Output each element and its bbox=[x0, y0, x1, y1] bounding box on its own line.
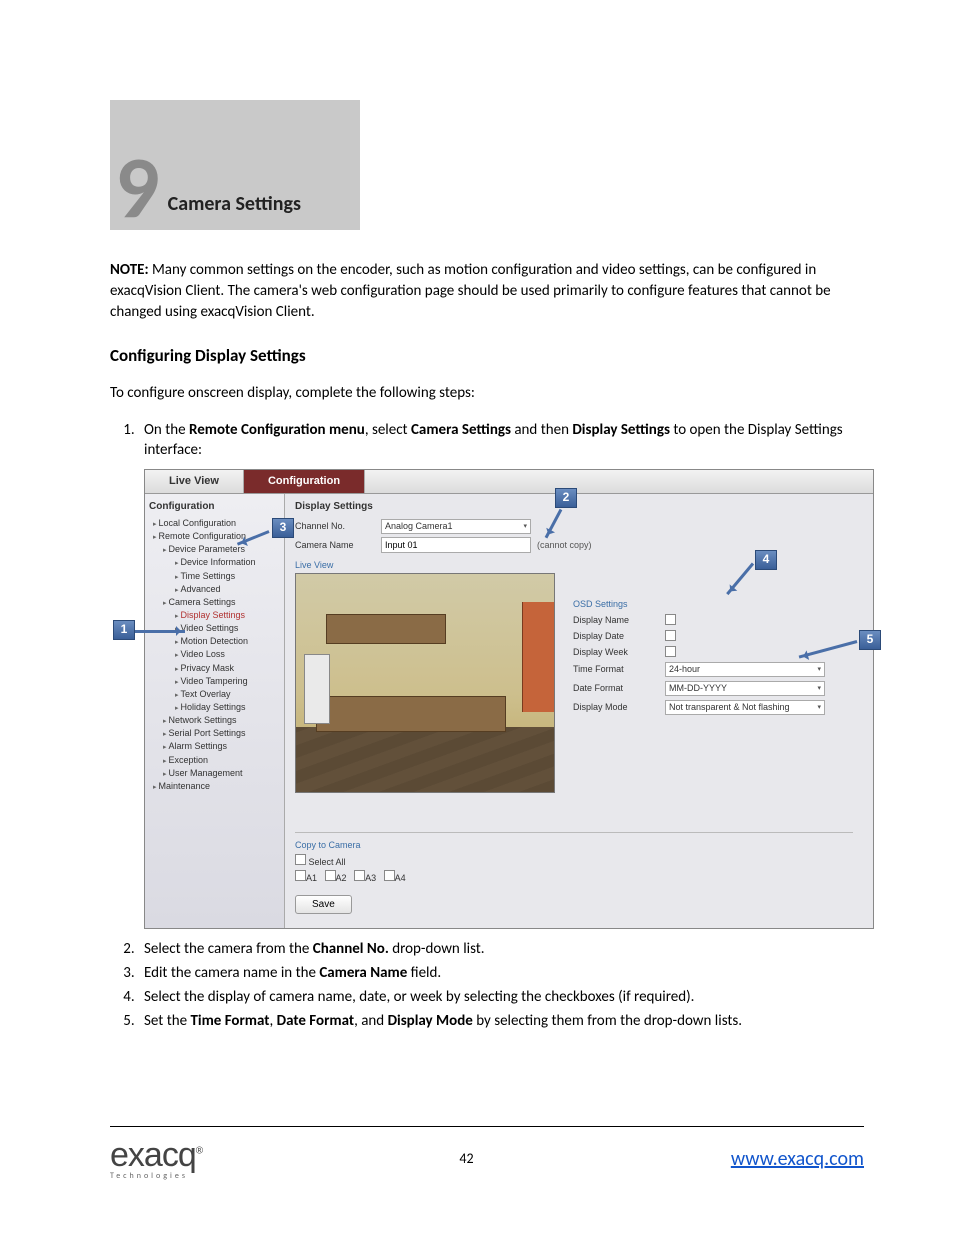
step-4: Select the display of camera name, date,… bbox=[138, 987, 864, 1007]
step-1: On the Remote Configuration menu, select… bbox=[138, 420, 864, 929]
channel-no-label: Channel No. bbox=[295, 520, 381, 532]
page-footer: exacq® Technologies 42 www.exacq.com bbox=[110, 1136, 864, 1181]
display-mode-select[interactable]: Not transparent & Not flashing bbox=[665, 700, 825, 715]
a4-checkbox[interactable] bbox=[384, 870, 395, 881]
callout-1: 1 bbox=[113, 620, 135, 640]
tree-camera-settings[interactable]: Camera Settings bbox=[149, 596, 280, 609]
tree-text-overlay[interactable]: Text Overlay bbox=[149, 688, 280, 701]
callout-2: 2 bbox=[555, 488, 577, 508]
a3-checkbox[interactable] bbox=[354, 870, 365, 881]
note-paragraph: NOTE: Many common settings on the encode… bbox=[110, 260, 864, 323]
tab-bar: Live View Configuration bbox=[145, 470, 873, 494]
tree-video-loss[interactable]: Video Loss bbox=[149, 648, 280, 661]
live-view-frame bbox=[295, 573, 555, 793]
arrow-1 bbox=[135, 630, 185, 633]
footer-logo: exacq® Technologies bbox=[110, 1136, 202, 1181]
display-week-label: Display Week bbox=[573, 646, 665, 658]
tab-live-view[interactable]: Live View bbox=[145, 470, 244, 493]
tree-advanced[interactable]: Advanced bbox=[149, 583, 280, 596]
panel-title: Display Settings bbox=[295, 500, 863, 514]
step-2: Select the camera from the Channel No. d… bbox=[138, 939, 864, 959]
display-date-label: Display Date bbox=[573, 630, 665, 642]
date-format-select[interactable]: MM-DD-YYYY bbox=[665, 681, 825, 696]
select-all-checkbox[interactable] bbox=[295, 854, 306, 865]
tree-maintenance[interactable]: Maintenance bbox=[149, 780, 280, 793]
time-format-select[interactable]: 24-hour bbox=[665, 662, 825, 677]
time-format-label: Time Format bbox=[573, 663, 665, 675]
tree-time-settings[interactable]: Time Settings bbox=[149, 570, 280, 583]
display-mode-label: Display Mode bbox=[573, 701, 665, 713]
copy-to-camera-section: Copy to Camera Select All A1 A2 A3 A4 Sa… bbox=[295, 832, 853, 913]
tree-user-management[interactable]: User Management bbox=[149, 767, 280, 780]
display-name-label: Display Name bbox=[573, 614, 665, 626]
page-number: 42 bbox=[459, 1150, 473, 1167]
chapter-banner: 9 Camera Settings bbox=[110, 100, 360, 230]
callout-5: 5 bbox=[859, 630, 881, 650]
steps-list: On the Remote Configuration menu, select… bbox=[138, 420, 864, 1032]
tree-serial-port[interactable]: Serial Port Settings bbox=[149, 727, 280, 740]
step-5: Set the Time Format, Date Format, and Di… bbox=[138, 1011, 864, 1031]
tree-local-config[interactable]: Local Configuration bbox=[149, 517, 280, 530]
display-week-checkbox[interactable] bbox=[665, 646, 676, 657]
osd-settings-panel: OSD Settings Display Name Display Date D… bbox=[573, 598, 863, 720]
save-button[interactable]: Save bbox=[295, 895, 352, 914]
footer-url[interactable]: www.exacq.com bbox=[731, 1147, 864, 1171]
tree-privacy-mask[interactable]: Privacy Mask bbox=[149, 662, 280, 675]
a2-checkbox[interactable] bbox=[325, 870, 336, 881]
tree-alarm-settings[interactable]: Alarm Settings bbox=[149, 740, 280, 753]
step-3: Edit the camera name in the Camera Name … bbox=[138, 963, 864, 983]
copy-to-camera-title: Copy to Camera bbox=[295, 839, 853, 851]
camera-name-hint: (cannot copy) bbox=[537, 539, 592, 551]
channel-no-select[interactable]: Analog Camera1 bbox=[381, 519, 531, 534]
note-text: Many common settings on the encoder, suc… bbox=[110, 261, 831, 321]
tree-holiday-settings[interactable]: Holiday Settings bbox=[149, 701, 280, 714]
tree-device-params[interactable]: Device Parameters bbox=[149, 543, 280, 556]
tree-video-tampering[interactable]: Video Tampering bbox=[149, 675, 280, 688]
note-label: NOTE: bbox=[110, 261, 149, 279]
osd-header: OSD Settings bbox=[573, 598, 863, 610]
display-name-checkbox[interactable] bbox=[665, 614, 676, 625]
tree-exception[interactable]: Exception bbox=[149, 754, 280, 767]
embedded-screenshot: 1 2 3 4 5 Live View Configuration Config… bbox=[144, 469, 874, 929]
tree-network-settings[interactable]: Network Settings bbox=[149, 714, 280, 727]
footer-rule bbox=[110, 1126, 864, 1127]
intro-text: To configure onscreen display, complete … bbox=[110, 384, 864, 402]
callout-3: 3 bbox=[272, 518, 294, 538]
a1-checkbox[interactable] bbox=[295, 870, 306, 881]
config-tree: Configuration Local Configuration Remote… bbox=[145, 494, 285, 928]
chapter-number: 9 bbox=[115, 152, 160, 222]
date-format-label: Date Format bbox=[573, 682, 665, 694]
camera-name-input[interactable] bbox=[381, 537, 531, 553]
config-main-panel: Display Settings Channel No. Analog Came… bbox=[285, 494, 873, 928]
camera-name-label: Camera Name bbox=[295, 539, 381, 551]
tree-header: Configuration bbox=[149, 500, 280, 515]
tab-configuration[interactable]: Configuration bbox=[244, 470, 365, 493]
document-page: 9 Camera Settings NOTE: Many common sett… bbox=[0, 0, 954, 1235]
chapter-title: Camera Settings bbox=[168, 192, 301, 222]
display-date-checkbox[interactable] bbox=[665, 630, 676, 641]
section-heading: Configuring Display Settings bbox=[110, 345, 864, 366]
select-all-label: Select All bbox=[309, 857, 346, 867]
live-view-subtitle: Live View bbox=[295, 559, 863, 571]
tree-display-settings[interactable]: Display Settings bbox=[149, 609, 280, 622]
tree-motion-detection[interactable]: Motion Detection bbox=[149, 635, 280, 648]
callout-4: 4 bbox=[755, 550, 777, 570]
tree-device-info[interactable]: Device Information bbox=[149, 556, 280, 569]
